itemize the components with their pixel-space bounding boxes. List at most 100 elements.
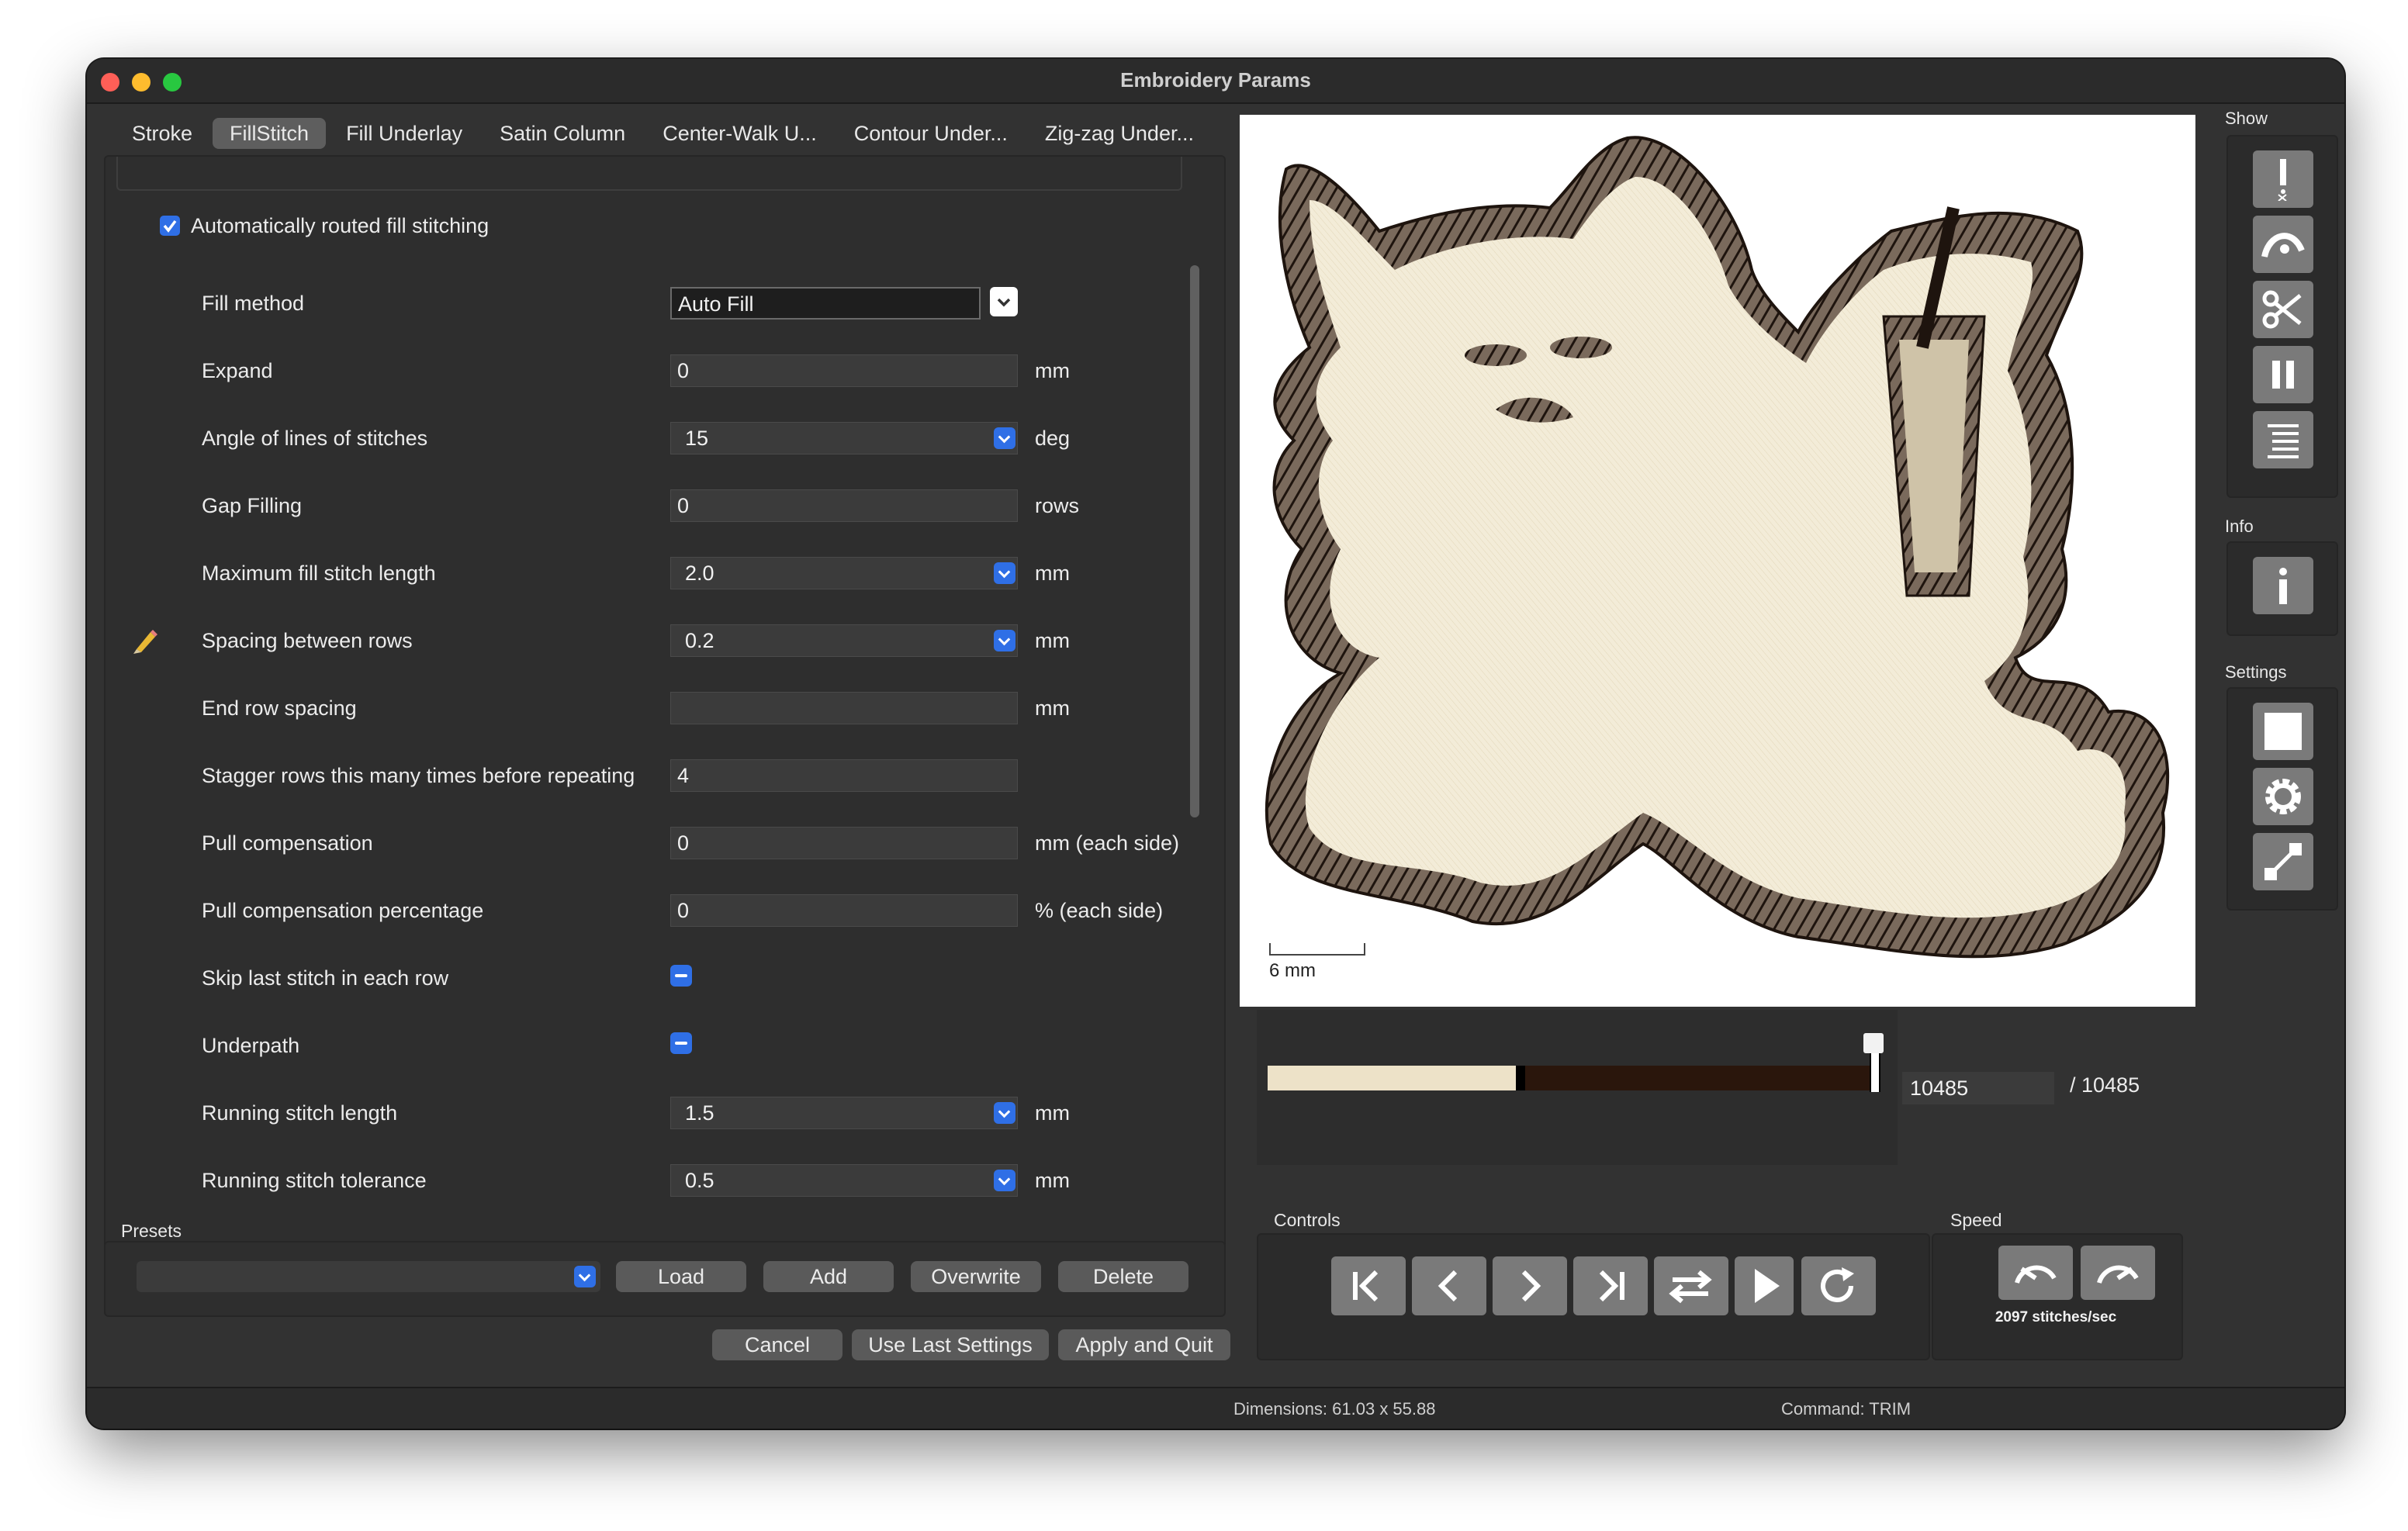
tab-stroke[interactable]: Stroke (115, 118, 209, 149)
presets-label: Presets (121, 1221, 182, 1241)
expand-input[interactable]: 0 (670, 354, 1018, 387)
running-length-value: 1.5 (685, 1101, 714, 1125)
checkmark-icon (163, 219, 177, 233)
tab-zigzag-underlay[interactable]: Zig-zag Under... (1028, 118, 1211, 149)
jump-to-start-button[interactable] (1331, 1256, 1406, 1315)
stitch-preview-canvas[interactable] (1240, 115, 2195, 1007)
running-tolerance-value: 0.5 (685, 1169, 714, 1192)
design-fill-stitches (1305, 177, 2126, 918)
running-tolerance-label: Running stitch tolerance (202, 1169, 427, 1192)
speed-fast-icon (2097, 1265, 2139, 1284)
chevron-down-icon (997, 298, 1011, 307)
angle-dropdown-icon[interactable] (994, 427, 1015, 449)
faster-button[interactable] (2081, 1246, 2155, 1300)
params-scrollbar[interactable] (1190, 265, 1199, 817)
timeline-slider-handle[interactable] (1863, 1033, 1884, 1053)
stagger-row: Stagger rows this many times before repe… (106, 753, 1207, 800)
underpath-checkbox[interactable] (670, 1032, 692, 1054)
expand-label: Expand (202, 359, 273, 382)
pull-pct-input[interactable]: 0 (670, 894, 1018, 927)
restart-button[interactable] (1801, 1256, 1876, 1315)
pull-pct-label: Pull compensation percentage (202, 899, 484, 922)
step-backward-button[interactable] (1412, 1256, 1486, 1315)
tab-fillstitch[interactable]: FillStitch (213, 118, 327, 149)
jump-stitch-icon (2261, 233, 2305, 258)
play-button[interactable] (1735, 1256, 1794, 1315)
skip-to-start-icon (1353, 1270, 1379, 1302)
speed-slow-icon (2015, 1265, 2057, 1284)
info-button[interactable] (2253, 557, 2313, 614)
gap-unit: rows (1035, 494, 1080, 517)
slower-button[interactable] (1998, 1246, 2073, 1300)
stagger-input[interactable]: 4 (670, 759, 1018, 792)
auto-route-checkbox[interactable] (160, 216, 180, 236)
fill-method-select[interactable]: Auto Fill (670, 287, 981, 320)
skip-last-row: Skip last stitch in each row (106, 956, 1207, 1002)
speed-value: 2097 stitches/sec (1995, 1309, 2117, 1325)
current-stitch-input[interactable]: 10485 (1902, 1072, 2054, 1104)
max-length-combo[interactable]: 2.0 (670, 557, 1018, 589)
thread-color-bar-1 (1268, 1066, 1516, 1090)
use-last-settings-button[interactable]: Use Last Settings (852, 1329, 1049, 1360)
step-forward-button[interactable] (1493, 1256, 1567, 1315)
embroidery-design-image (1265, 136, 2170, 959)
pull-comp-input[interactable]: 0 (670, 827, 1018, 859)
max-length-unit: mm (1035, 562, 1070, 585)
cancel-button[interactable]: Cancel (712, 1329, 842, 1360)
underpath-label: Underpath (202, 1034, 300, 1057)
max-length-dropdown-icon[interactable] (994, 562, 1015, 584)
presets-select[interactable] (137, 1261, 600, 1292)
spacing-combo[interactable]: 0.2 (670, 624, 1018, 657)
play-icon (1755, 1269, 1780, 1303)
spacing-dropdown-icon[interactable] (994, 630, 1015, 651)
chevron-right-icon (1521, 1270, 1541, 1302)
controls-label: Controls (1274, 1210, 1341, 1230)
pull-comp-unit: mm (each side) (1035, 831, 1180, 855)
fill-method-row: Fill method Auto Fill (106, 281, 1207, 327)
fit-view-button[interactable] (2253, 833, 2313, 890)
pull-comp-row: Pull compensation 0 mm (each side) (106, 821, 1207, 867)
exclamation-icon (2278, 159, 2287, 201)
page-view-button[interactable] (2253, 703, 2313, 760)
presets-dropdown-icon[interactable] (574, 1266, 596, 1287)
tab-bar: Stroke FillStitch Fill Underlay Satin Co… (115, 118, 1214, 152)
running-length-combo[interactable]: 1.5 (670, 1097, 1018, 1129)
running-tolerance-combo[interactable]: 0.5 (670, 1164, 1018, 1197)
delete-button[interactable]: Delete (1058, 1261, 1188, 1292)
tab-satin-column[interactable]: Satin Column (483, 118, 642, 149)
tab-fill-underlay[interactable]: Fill Underlay (329, 118, 479, 149)
apply-and-quit-button[interactable]: Apply and Quit (1058, 1329, 1230, 1360)
auto-route-label: Automatically routed fill stitching (191, 214, 490, 237)
angle-combo[interactable]: 15 (670, 422, 1018, 454)
expand-unit: mm (1035, 359, 1070, 382)
spacing-row: Spacing between rows 0.2 mm (106, 618, 1207, 665)
tab-center-walk-underlay[interactable]: Center-Walk U... (645, 118, 834, 149)
speed-label: Speed (1950, 1210, 2002, 1230)
toggle-trims-button[interactable] (2253, 281, 2313, 338)
toggle-jumps-button[interactable] (2253, 216, 2313, 273)
info-label: Info (2225, 517, 2254, 536)
load-button[interactable]: Load (616, 1261, 746, 1292)
running-length-dropdown-icon[interactable] (994, 1102, 1015, 1124)
scissors-icon (2262, 290, 2302, 329)
stagger-label: Stagger rows this many times before repe… (202, 764, 635, 787)
running-tolerance-dropdown-icon[interactable] (994, 1170, 1015, 1191)
add-button[interactable]: Add (763, 1261, 894, 1292)
skip-last-checkbox[interactable] (670, 965, 692, 987)
pull-comp-label: Pull compensation (202, 831, 373, 855)
max-length-value: 2.0 (685, 562, 714, 585)
toggle-warnings-button[interactable] (2253, 150, 2313, 208)
jump-to-end-button[interactable] (1573, 1256, 1648, 1315)
swap-direction-button[interactable] (1654, 1256, 1728, 1315)
toggle-stops-button[interactable] (2253, 346, 2313, 403)
refresh-icon (1821, 1267, 1854, 1302)
tab-contour-underlay[interactable]: Contour Under... (837, 118, 1025, 149)
end-row-spacing-input[interactable] (670, 692, 1018, 724)
toggle-color-changes-button[interactable] (2253, 411, 2313, 468)
params-panel: Automatically routed fill stitching Fill… (104, 155, 1226, 1278)
settings-button[interactable] (2253, 768, 2313, 825)
fill-method-dropdown-button[interactable] (990, 287, 1018, 316)
gap-input[interactable]: 0 (670, 489, 1018, 522)
overwrite-button[interactable]: Overwrite (911, 1261, 1041, 1292)
pause-icon (2272, 361, 2294, 389)
